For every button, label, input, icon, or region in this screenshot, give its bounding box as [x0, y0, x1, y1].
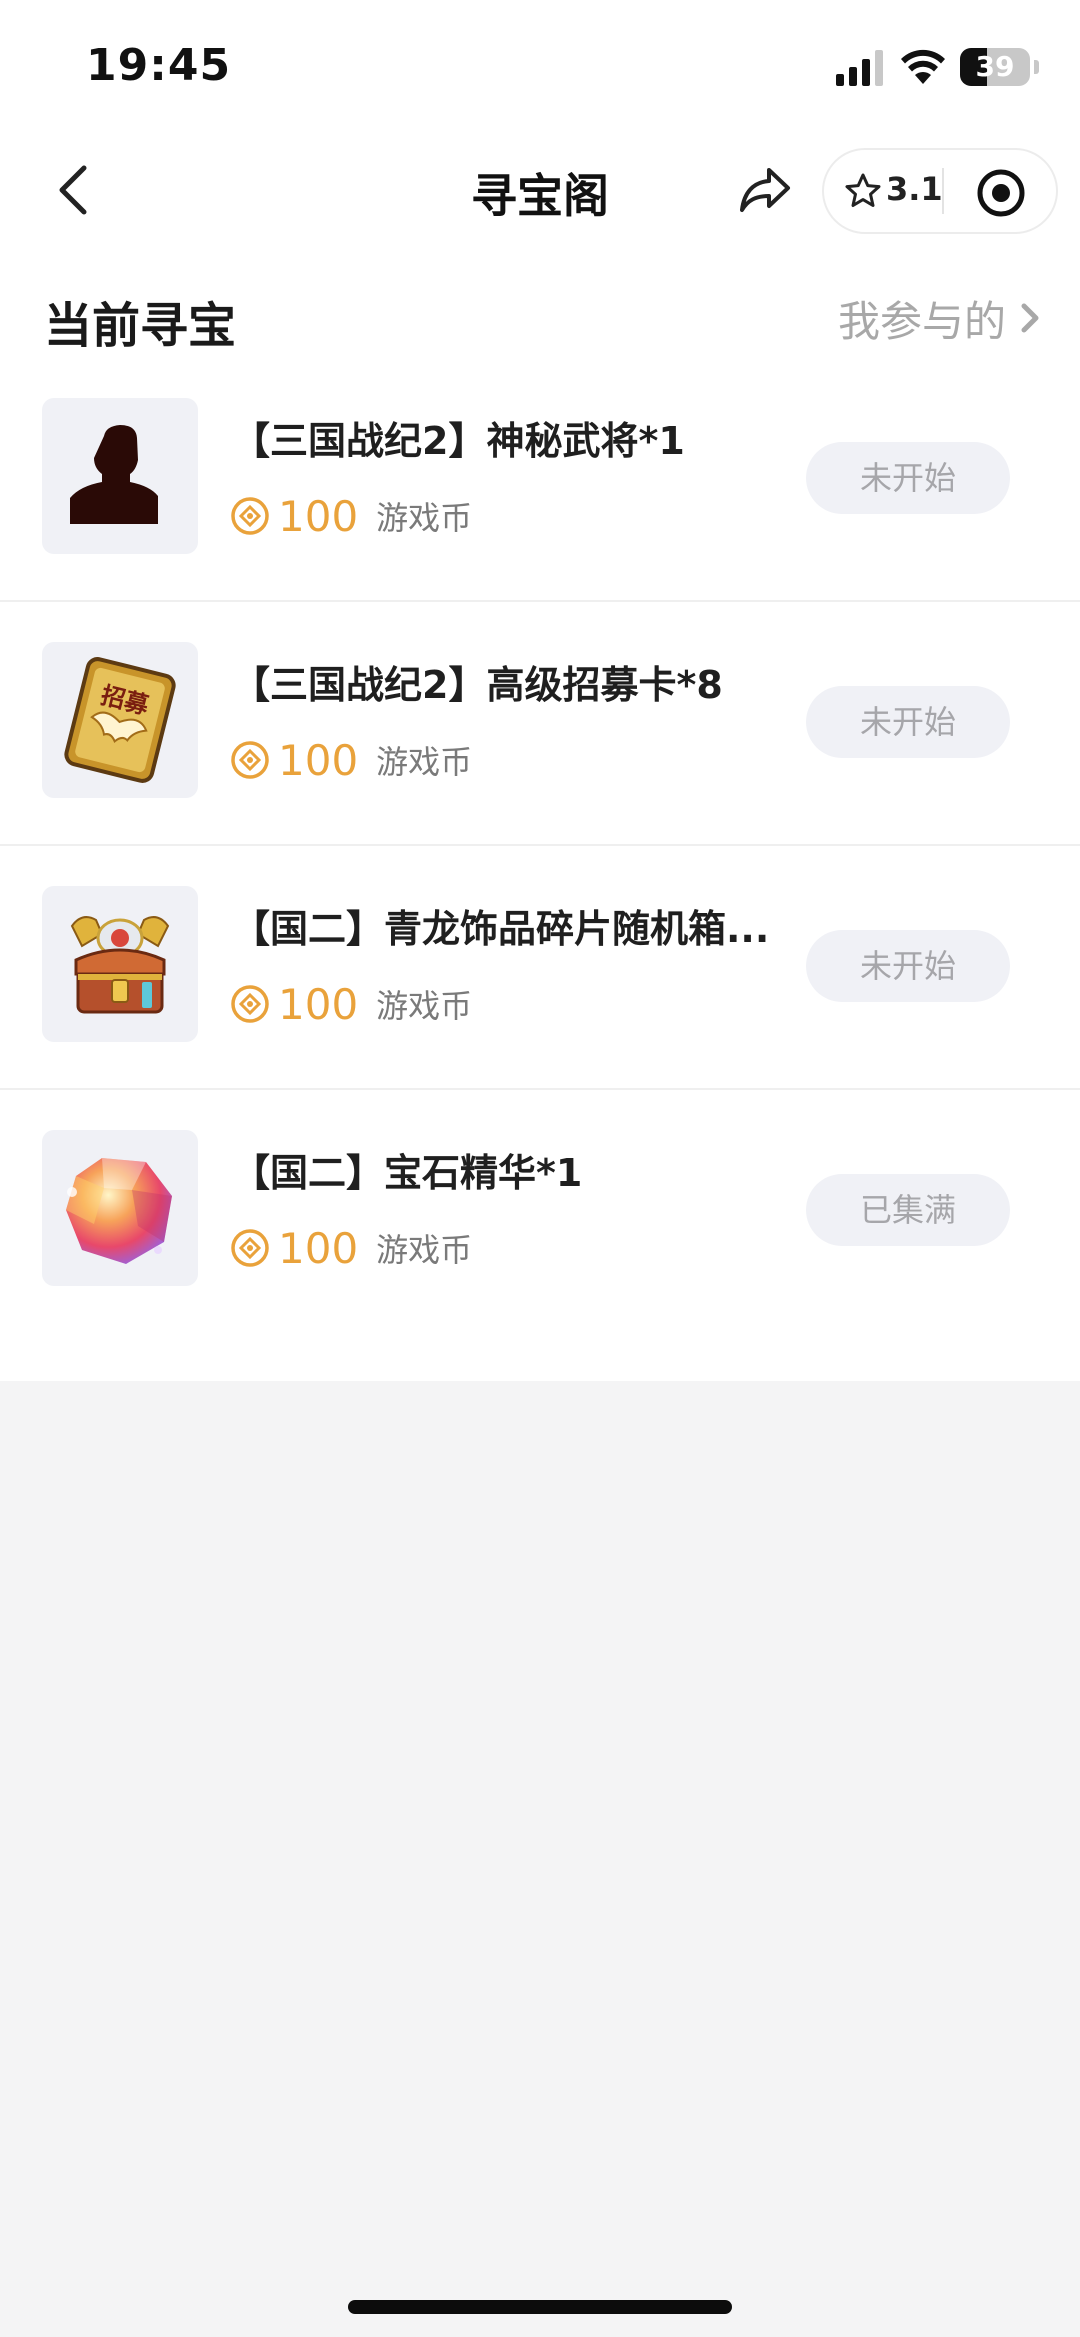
list-item[interactable]: 招募 【三国战纪2】高级招募卡*8 100 游戏币 未开始 — [0, 602, 1080, 846]
signal-icon — [836, 50, 883, 86]
price-row: 100 游戏币 — [230, 732, 472, 788]
price-unit: 游戏币 — [376, 743, 473, 781]
battery-tip — [1034, 60, 1039, 74]
price-value: 100 — [278, 491, 359, 541]
gem-icon — [42, 1130, 198, 1286]
battery-icon: 39 — [960, 48, 1030, 86]
target-icon[interactable] — [976, 168, 1026, 218]
chevron-right-icon — [1021, 303, 1039, 333]
star-icon[interactable] — [844, 172, 882, 210]
mystery-general-icon — [42, 398, 198, 554]
chevron-left-icon[interactable] — [40, 154, 112, 226]
price-unit: 游戏币 — [376, 1231, 473, 1269]
home-indicator[interactable] — [348, 2300, 732, 2314]
share-icon[interactable] — [736, 160, 796, 220]
list-item[interactable]: 【国二】宝石精华*1 100 游戏币 已集满 — [0, 1090, 1080, 1334]
my-participation-label: 我参与的 — [837, 296, 1006, 346]
coin-icon — [231, 741, 269, 779]
wifi-icon — [901, 49, 945, 84]
battery-level-text: 39 — [975, 50, 1015, 83]
price-row: 100 游戏币 — [230, 976, 472, 1032]
section-title: 当前寻宝 — [44, 298, 237, 354]
page-title: 寻宝阁 — [471, 169, 609, 223]
list-item[interactable]: 【国二】青龙饰品碎片随机箱... 100 游戏币 未开始 — [0, 846, 1080, 1090]
coin-icon — [231, 1229, 269, 1267]
status-button[interactable]: 未开始 — [806, 686, 1010, 758]
status-button[interactable]: 未开始 — [806, 930, 1010, 1002]
list-item[interactable]: 【三国战纪2】神秘武将*1 100 游戏币 未开始 — [0, 358, 1080, 602]
coin-icon — [231, 985, 269, 1023]
mini-program-capsule: 3.1 — [822, 148, 1058, 234]
status-time: 19:45 — [86, 40, 232, 91]
coin-icon — [231, 497, 269, 535]
my-participation-link[interactable]: 我参与的 — [838, 290, 1046, 346]
capsule-divider — [942, 168, 944, 214]
item-title: 【三国战纪2】神秘武将*1 — [232, 419, 685, 463]
nav-bar: 寻宝阁 3.1 — [0, 130, 1080, 250]
treasure-list: 【三国战纪2】神秘武将*1 100 游戏币 未开始 招募 【三国战纪2】高级招募… — [0, 358, 1080, 1334]
status-button[interactable]: 已集满 — [806, 1174, 1010, 1246]
item-title: 【三国战纪2】高级招募卡*8 — [232, 663, 723, 707]
treasure-chest-icon — [42, 886, 198, 1042]
price-row: 100 游戏币 — [230, 488, 472, 544]
price-value: 100 — [278, 979, 359, 1029]
price-row: 100 游戏币 — [230, 1220, 472, 1276]
price-unit: 游戏币 — [376, 987, 473, 1025]
price-value: 100 — [278, 735, 359, 785]
price-value: 100 — [278, 1223, 359, 1273]
status-button[interactable]: 未开始 — [806, 442, 1010, 514]
status-bar: 19:45 39 — [0, 0, 1080, 130]
item-title: 【国二】青龙饰品碎片随机箱... — [232, 907, 770, 951]
item-title: 【国二】宝石精华*1 — [232, 1151, 583, 1195]
recruit-card-icon: 招募 — [42, 642, 198, 798]
price-unit: 游戏币 — [376, 499, 473, 537]
rating-value[interactable]: 3.1 — [886, 170, 943, 208]
